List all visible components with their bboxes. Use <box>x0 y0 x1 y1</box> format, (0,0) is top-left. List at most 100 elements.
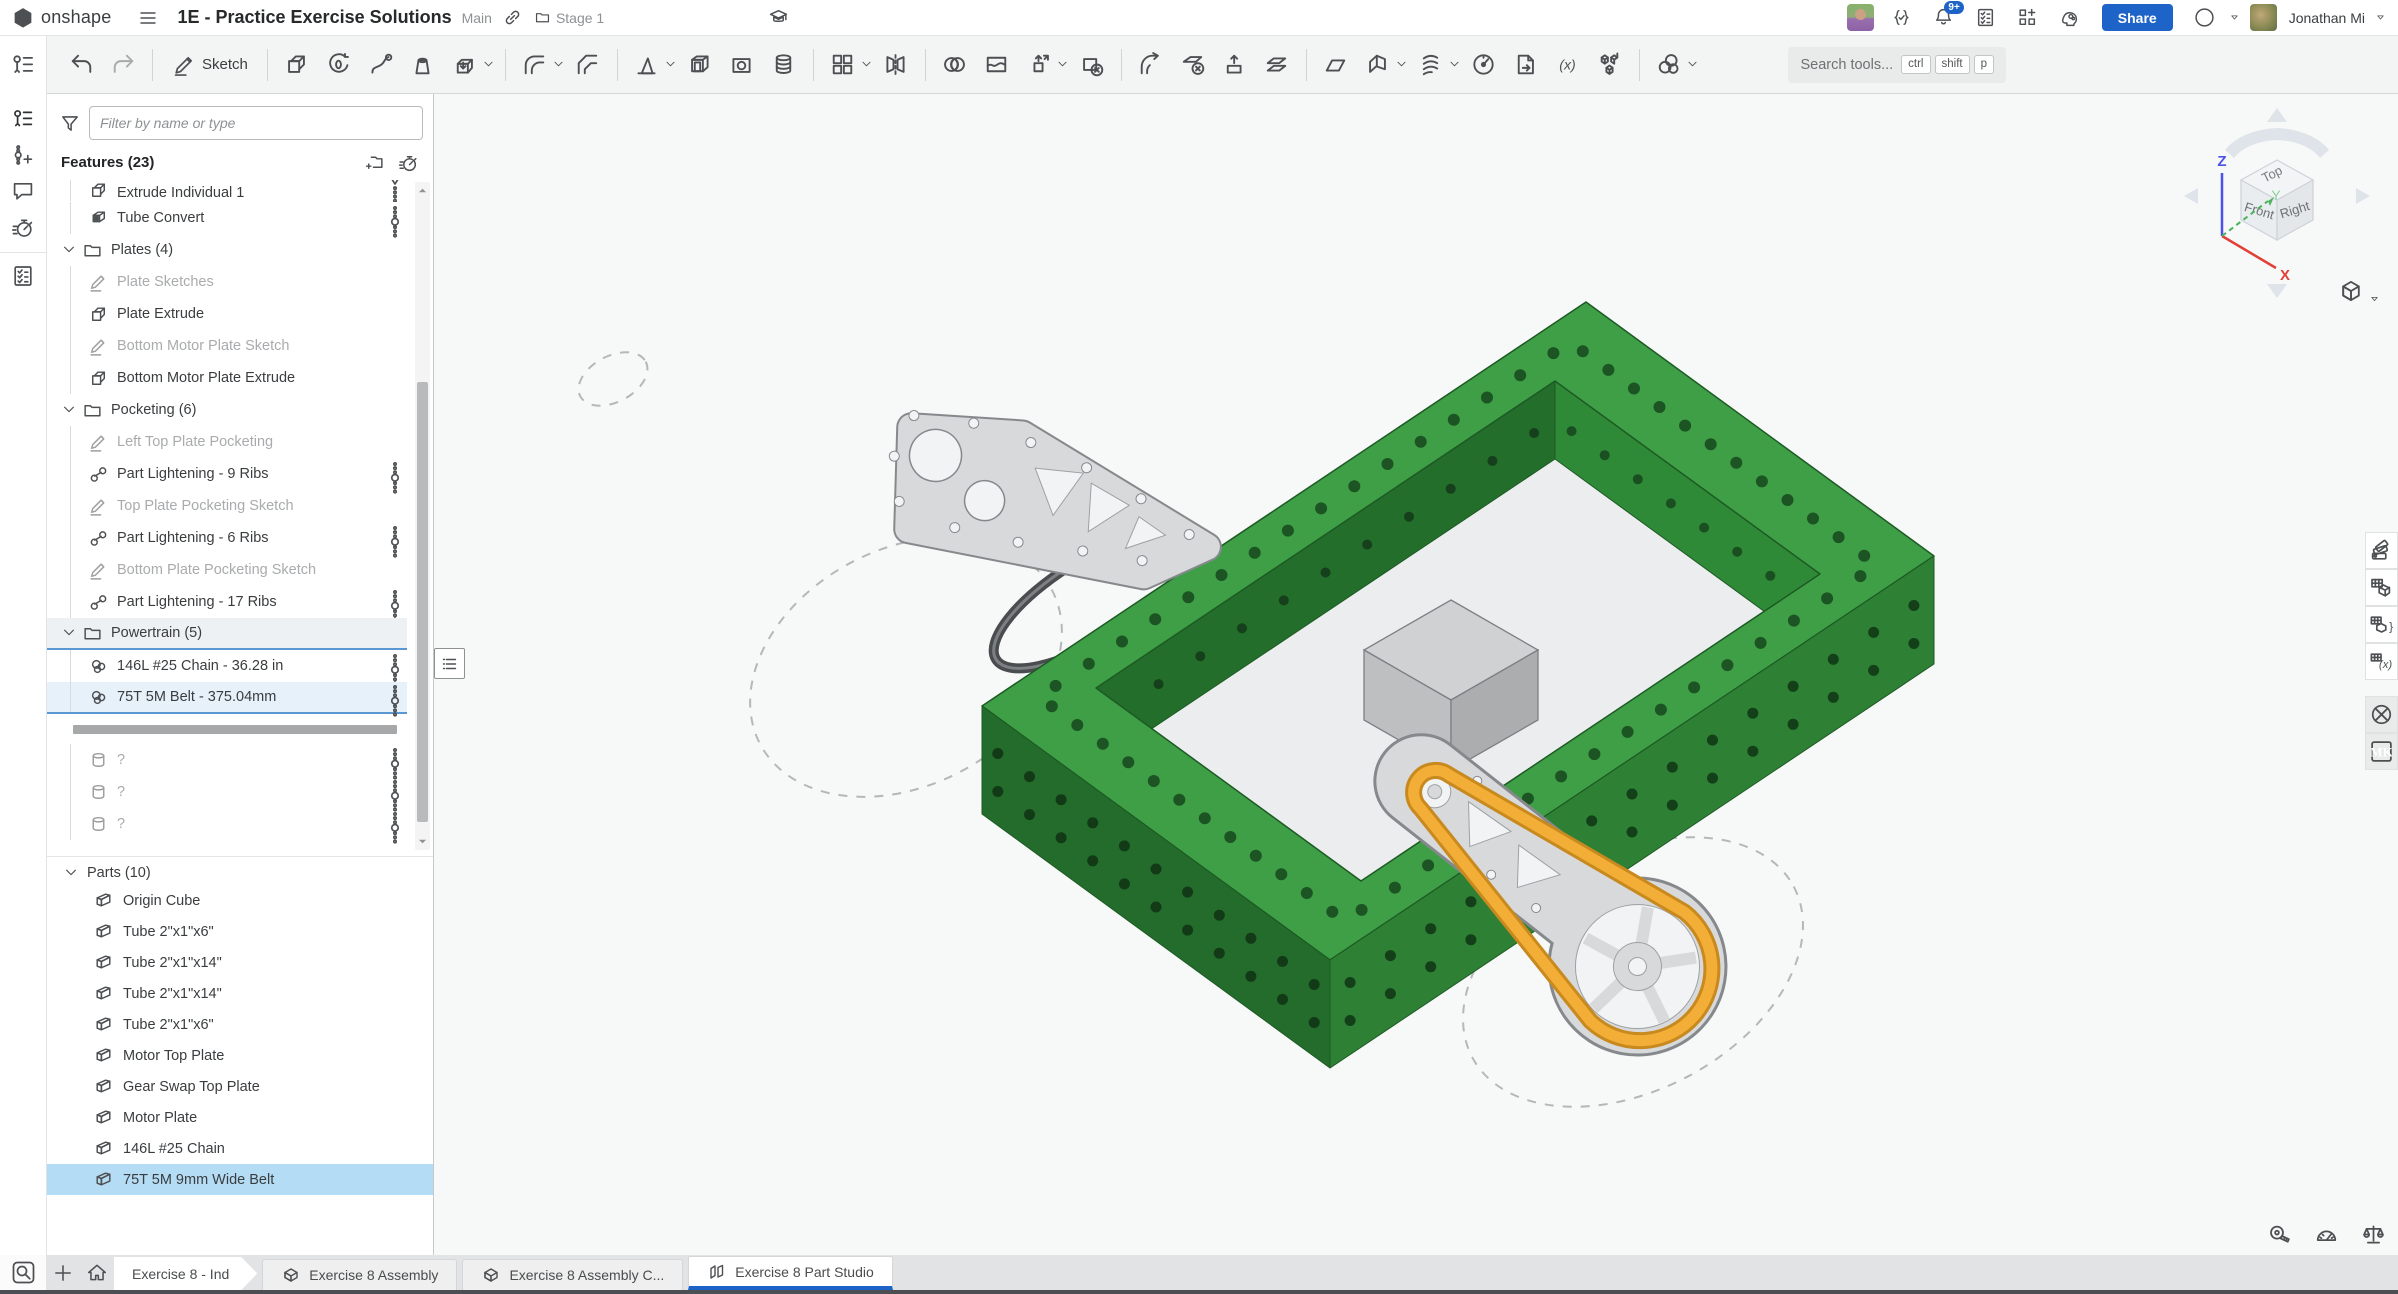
feature-item[interactable]: 75T 5M Belt - 375.04mm <box>47 682 407 714</box>
new-folder-button[interactable] <box>361 150 387 174</box>
sweep-button[interactable] <box>361 43 401 87</box>
part-item[interactable]: Motor Top Plate <box>47 1040 433 1071</box>
suppression-slider-icon[interactable] <box>389 205 401 231</box>
feature-item[interactable]: 146L #25 Chain - 36.28 in <box>47 650 407 682</box>
loft-button[interactable] <box>403 43 443 87</box>
filter-input[interactable] <box>89 106 423 140</box>
user-name[interactable]: Jonathan Mi <box>2289 10 2365 26</box>
suppression-slider-icon[interactable] <box>389 525 401 551</box>
custom-tables-button[interactable] <box>2365 569 2398 606</box>
feature-item[interactable]: Pocketing (6) <box>47 394 407 426</box>
configurations-button[interactable]: } <box>2365 606 2398 643</box>
chamfer-button[interactable] <box>568 43 608 87</box>
appearance-panel-button[interactable] <box>2365 532 2398 569</box>
extrude-button[interactable] <box>277 43 317 87</box>
sketch-button[interactable]: Sketch <box>162 43 258 87</box>
part-item[interactable]: Tube 2"x1"x6" <box>47 1009 433 1040</box>
share-button[interactable]: Share <box>2102 4 2173 31</box>
variable-button[interactable]: (x) <box>1548 43 1588 87</box>
link-icon[interactable] <box>502 4 524 32</box>
apps-grid-plus-icon[interactable] <box>2014 4 2042 32</box>
fillet-button[interactable] <box>515 43 555 87</box>
feature-item[interactable]: Bottom Motor Plate Extrude <box>47 362 407 394</box>
scrollbar-thumb[interactable] <box>417 382 428 822</box>
appearance-button[interactable] <box>1649 43 1689 87</box>
revolve-button[interactable] <box>319 43 359 87</box>
version-check-braces-icon[interactable] <box>1888 4 1916 32</box>
chevron-down-icon[interactable] <box>61 402 77 418</box>
move-face-button[interactable] <box>1215 43 1255 87</box>
document-tab[interactable]: Exercise 8 Assembly <box>262 1259 457 1290</box>
document-title[interactable]: 1E - Practice Exercise Solutions <box>177 7 451 28</box>
learning-center-icon[interactable] <box>764 4 792 32</box>
angle-protractor-button[interactable] <box>2314 1222 2339 1247</box>
notifications-bell-icon[interactable]: 9+ <box>1930 4 1958 32</box>
delete-part-button[interactable] <box>1072 43 1112 87</box>
helix-dropdown-icon[interactable] <box>1448 58 1461 71</box>
surface-dropdown-icon[interactable] <box>1395 58 1408 71</box>
onshape-logo[interactable]: onshape <box>12 7 111 29</box>
hole-button[interactable] <box>722 43 762 87</box>
helix-button[interactable] <box>1411 43 1451 87</box>
feature-item[interactable]: Part Lightening - 9 Ribs <box>47 458 407 490</box>
document-tab[interactable]: Exercise 8 Assembly C... <box>462 1259 683 1290</box>
comments-rail-button[interactable] <box>6 174 40 208</box>
import-export-button[interactable] <box>1506 43 1546 87</box>
part-item[interactable]: Origin Cube <box>47 885 433 916</box>
branch-name[interactable]: Main <box>462 10 492 26</box>
properties-checklist-rail-button[interactable] <box>6 259 40 293</box>
mass-properties-button[interactable] <box>2361 1222 2386 1247</box>
part-item[interactable]: Tube 2"x1"x6" <box>47 916 433 947</box>
fillet-dropdown-icon[interactable] <box>552 58 565 71</box>
split-button[interactable] <box>977 43 1017 87</box>
draft-button[interactable] <box>627 43 667 87</box>
feature-list-flyout-button[interactable] <box>434 648 465 679</box>
modify-fillet-button[interactable] <box>1131 43 1171 87</box>
linear-pattern-dropdown-icon[interactable] <box>860 58 873 71</box>
feature-item[interactable]: Bottom Motor Plate Sketch <box>47 330 407 362</box>
suppression-slider-icon[interactable] <box>389 779 401 805</box>
thicken-button[interactable] <box>445 43 485 87</box>
transform-button[interactable] <box>1019 43 1059 87</box>
chevron-down-icon[interactable] <box>61 242 77 258</box>
ai-assistant-icon[interactable] <box>2056 4 2084 32</box>
part-item[interactable]: 75T 5M 9mm Wide Belt <box>47 1164 433 1195</box>
user-avatar[interactable] <box>2250 4 2277 31</box>
draft-dropdown-icon[interactable] <box>664 58 677 71</box>
document-tab[interactable]: Exercise 8 - Ind <box>114 1257 257 1290</box>
suppression-slider-icon[interactable] <box>389 684 401 710</box>
plane-button[interactable] <box>1316 43 1356 87</box>
suppression-slider-icon[interactable] <box>389 461 401 487</box>
feature-item[interactable]: Plates (4) <box>47 234 407 266</box>
motor-top-plate[interactable] <box>874 401 1223 595</box>
feature-item[interactable]: Top Plate Pocketing Sketch <box>47 490 407 522</box>
part-item[interactable]: Motor Plate <box>47 1102 433 1133</box>
feature-tree-scrollbar[interactable] <box>415 182 430 850</box>
feature-item[interactable]: Tube Convert <box>47 202 407 234</box>
feature-item[interactable]: Part Lightening - 6 Ribs <box>47 522 407 554</box>
history-rail-button[interactable] <box>6 210 40 244</box>
user-menu-caret-icon[interactable] <box>2375 12 2386 23</box>
feature-item[interactable]: ? <box>47 808 407 840</box>
hamburger-menu-icon[interactable] <box>135 5 161 31</box>
feature-item[interactable]: ? <box>47 744 407 776</box>
new-tab-button[interactable] <box>46 1255 80 1290</box>
suppression-slider-icon[interactable] <box>389 180 401 201</box>
tasks-checklist-icon[interactable] <box>1972 4 2000 32</box>
undo-button[interactable] <box>61 43 101 87</box>
scroll-up-icon[interactable] <box>418 186 427 195</box>
parts-header[interactable]: Parts (10) <box>47 856 433 885</box>
suppression-slider-icon[interactable] <box>389 747 401 773</box>
tab-search-button[interactable] <box>0 1255 46 1290</box>
feature-item[interactable]: Part Lightening - 17 Ribs <box>47 586 407 618</box>
boolean-button[interactable] <box>935 43 975 87</box>
home-button[interactable] <box>80 1255 114 1290</box>
feature-list-rail-button[interactable] <box>6 102 40 136</box>
app-mk-button[interactable]: MK <box>2365 733 2398 770</box>
redo-button[interactable] <box>103 43 143 87</box>
feature-item[interactable]: Plate Sketches <box>47 266 407 298</box>
search-tools-button[interactable]: Search tools... ctrlshiftp <box>1788 47 2006 83</box>
measure-button[interactable] <box>2267 1222 2292 1247</box>
rib-button[interactable] <box>764 43 804 87</box>
feature-tree-toggle-button[interactable] <box>0 36 47 94</box>
